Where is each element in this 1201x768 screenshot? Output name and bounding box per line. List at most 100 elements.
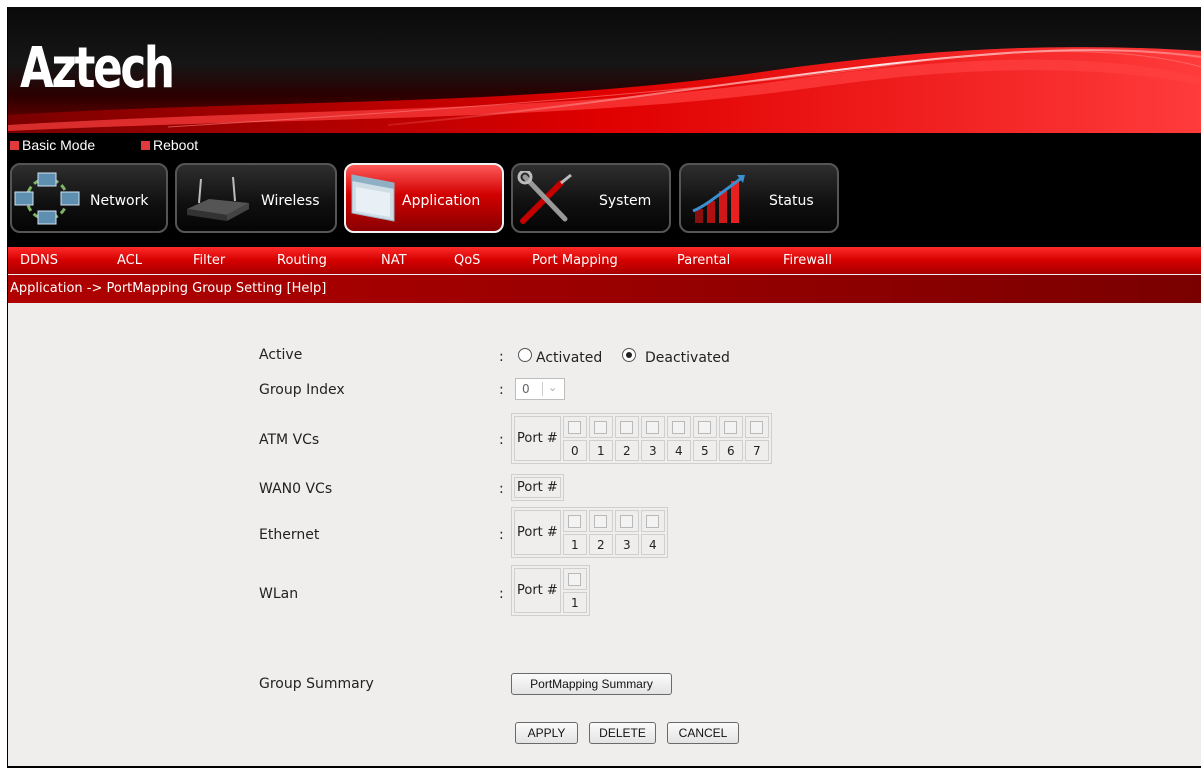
subnav-routing[interactable]: Routing (277, 253, 327, 268)
top-links-bar: Basic Mode Reboot (8, 133, 1201, 157)
ethernet-port-number: 1 (562, 534, 587, 555)
ethernet-port-table: Port # 1 2 3 4 (511, 507, 668, 558)
subnav-filter[interactable]: Filter (193, 253, 225, 268)
sub-nav: DDNS ACL Filter Routing NAT QoS Port Map… (8, 245, 1201, 274)
ethernet-port-4-checkbox[interactable] (646, 515, 660, 528)
nav-status[interactable]: Status (679, 163, 839, 233)
atm-port-2-cell (614, 416, 639, 438)
atm-port-3-cell (640, 416, 665, 438)
atm-port-0-cell (562, 416, 587, 438)
activated-radio-label: Activated (536, 350, 603, 366)
ethernet-port-label: Port # (514, 510, 561, 555)
network-icon (14, 172, 80, 225)
group-index-select[interactable]: 0 ⌄ (515, 378, 565, 400)
subnav-acl[interactable]: ACL (117, 253, 142, 268)
subnav-parental[interactable]: Parental (677, 253, 730, 268)
deactivated-radio-label: Deactivated (645, 350, 730, 366)
wan0-port-label: Port # (514, 477, 561, 498)
group-summary-label: Group Summary (259, 676, 374, 692)
nav-wireless-label: Wireless (261, 193, 320, 209)
subnav-ddns[interactable]: DDNS (20, 253, 58, 268)
router-icon (187, 176, 249, 221)
active-label: Active (259, 347, 303, 363)
eth-port-1-cell (562, 510, 587, 532)
atm-vcs-label: ATM VCs (259, 432, 320, 448)
nav-application-label: Application (402, 193, 481, 209)
atm-port-5-checkbox[interactable] (698, 421, 712, 434)
eth-port-4-cell (640, 510, 665, 532)
atm-port-6-cell (718, 416, 743, 438)
ethernet-port-number: 2 (588, 534, 613, 555)
subnav-nat[interactable]: NAT (381, 253, 407, 268)
wan0-vcs-port-table: Port # (511, 474, 564, 501)
nav-wireless[interactable]: Wireless (175, 163, 337, 233)
wan0-vcs-colon: : (499, 481, 504, 497)
activated-radio[interactable] (518, 348, 532, 362)
wlan-port-1-checkbox[interactable] (568, 573, 582, 586)
atm-port-1-checkbox[interactable] (594, 421, 608, 434)
nav-system-label: System (599, 193, 652, 209)
chevron-down-icon: ⌄ (548, 381, 558, 394)
atm-port-7-cell (744, 416, 769, 438)
nav-network-label: Network (90, 193, 149, 209)
aztech-logo: Aztech (20, 36, 175, 101)
subnav-port-mapping[interactable]: Port Mapping (532, 253, 618, 268)
eth-port-3-cell (614, 510, 639, 532)
portmapping-summary-button[interactable]: PortMapping Summary (511, 673, 672, 695)
atm-port-0-checkbox[interactable] (568, 421, 582, 434)
wlan-colon: : (499, 586, 504, 602)
atm-port-number: 0 (562, 440, 587, 461)
application-window-icon (351, 174, 395, 222)
ethernet-port-1-checkbox[interactable] (568, 515, 582, 528)
banner-swoosh-graphic (8, 47, 1201, 133)
atm-port-7-checkbox[interactable] (750, 421, 764, 434)
cancel-button[interactable]: CANCEL (667, 722, 739, 744)
atm-port-6-checkbox[interactable] (724, 421, 738, 434)
atm-port-number: 7 (744, 440, 769, 461)
breadcrumb[interactable]: Application -> PortMapping Group Setting… (10, 281, 326, 296)
atm-port-5-cell (692, 416, 717, 438)
square-bullet-icon (141, 140, 150, 150)
atm-port-3-checkbox[interactable] (646, 421, 660, 434)
group-index-colon: : (499, 382, 504, 398)
nav-system[interactable]: System (511, 163, 671, 233)
breadcrumb-bar: Application -> PortMapping Group Setting… (8, 275, 1201, 303)
ethernet-port-2-checkbox[interactable] (594, 515, 608, 528)
atm-port-2-checkbox[interactable] (620, 421, 634, 434)
atm-port-number: 5 (692, 440, 717, 461)
apply-button[interactable]: APPLY (515, 722, 578, 744)
bar-chart-icon (692, 175, 745, 223)
atm-port-4-cell (666, 416, 691, 438)
group-index-value: 0 (522, 382, 530, 396)
ethernet-colon: : (499, 527, 504, 543)
subnav-qos[interactable]: QoS (454, 253, 480, 268)
reboot-label: Reboot (153, 137, 199, 153)
atm-port-number: 2 (614, 440, 639, 461)
atm-port-number: 6 (718, 440, 743, 461)
router-admin-page: Aztech Basic Mode Reboot Network Wireles… (7, 7, 1201, 768)
deactivated-radio[interactable] (622, 348, 636, 362)
active-colon: : (499, 349, 504, 365)
wlan-port-number: 1 (562, 592, 587, 613)
atm-vcs-colon: : (499, 432, 504, 448)
basic-mode-link[interactable]: Basic Mode (10, 137, 95, 153)
nav-status-label: Status (769, 193, 814, 209)
delete-button[interactable]: DELETE (589, 722, 656, 744)
subnav-firewall[interactable]: Firewall (783, 253, 832, 268)
ethernet-port-number: 3 (614, 534, 639, 555)
atm-port-4-checkbox[interactable] (672, 421, 686, 434)
wan0-vcs-label: WAN0 VCs (259, 481, 333, 497)
atm-port-label: Port # (514, 416, 561, 461)
ethernet-port-3-checkbox[interactable] (620, 515, 634, 528)
nav-application[interactable]: Application (344, 163, 504, 233)
main-nav: Network Wireless Application System Stat… (8, 157, 1201, 245)
ethernet-port-number: 4 (640, 534, 665, 555)
header-banner: Aztech (8, 7, 1201, 133)
atm-port-number: 1 (588, 440, 613, 461)
atm-port-1-cell (588, 416, 613, 438)
reboot-link[interactable]: Reboot (141, 137, 198, 153)
square-bullet-icon (10, 140, 19, 150)
basic-mode-label: Basic Mode (22, 137, 96, 153)
nav-network[interactable]: Network (10, 163, 168, 233)
group-index-label: Group Index (259, 382, 345, 398)
